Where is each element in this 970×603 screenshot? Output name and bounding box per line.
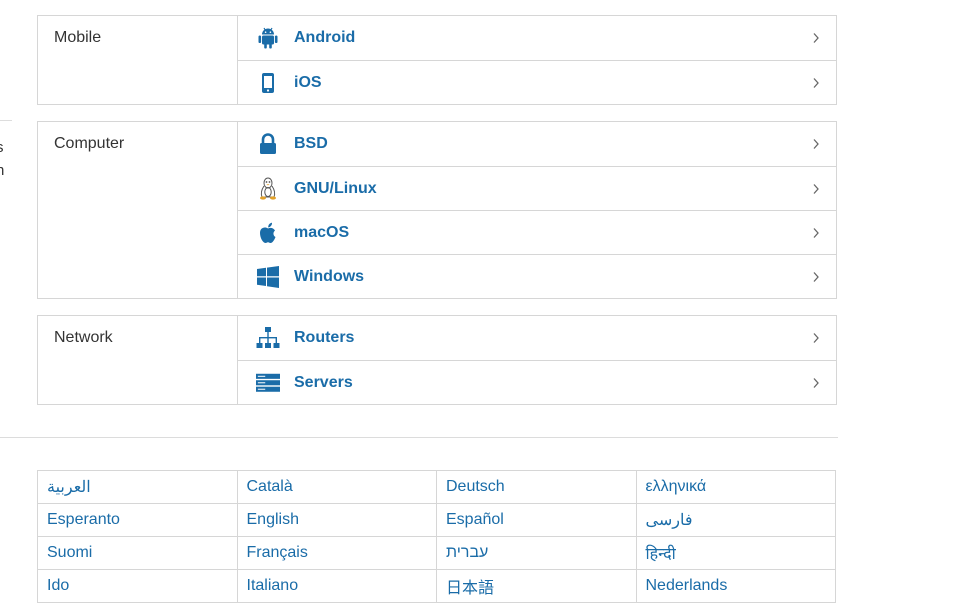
group-label: Mobile <box>38 16 238 104</box>
chevron-right-icon <box>813 271 819 282</box>
chevron-right-icon <box>813 77 819 88</box>
edge-text-fragment: s <box>0 139 4 156</box>
platform-item-macos[interactable]: macOS <box>238 210 836 254</box>
language-row: Esperanto English Español فارسی <box>37 503 836 537</box>
language-link-es[interactable]: Español <box>436 503 637 537</box>
language-table: العربية Català Deutsch ελληνικά Esperant… <box>37 470 836 603</box>
server-icon <box>256 371 280 395</box>
language-link-fa[interactable]: فارسی <box>635 503 836 537</box>
group-label: Network <box>38 316 238 404</box>
item-label: Routers <box>294 329 355 346</box>
language-link-nl[interactable]: Nederlands <box>635 569 836 603</box>
language-link-io[interactable]: Ido <box>37 569 238 603</box>
language-link-el[interactable]: ελληνικά <box>635 470 836 504</box>
chevron-right-icon <box>813 377 819 388</box>
item-label: iOS <box>294 73 322 91</box>
tux-icon <box>256 177 280 201</box>
lock-icon <box>256 132 280 156</box>
item-label: Windows <box>294 267 365 285</box>
group-label: Computer <box>38 122 238 298</box>
language-row: Ido Italiano 日本語 Nederlands <box>37 569 836 603</box>
platform-item-servers[interactable]: Servers <box>238 360 836 404</box>
item-label: macOS <box>294 223 350 241</box>
chevron-right-icon <box>813 139 819 149</box>
language-link-it[interactable]: Italiano <box>236 569 437 603</box>
language-link-hi[interactable]: हिन्दी <box>635 536 836 570</box>
chevron-right-icon <box>813 333 819 343</box>
item-label: Android <box>294 29 356 46</box>
platform-item-routers[interactable]: Routers <box>238 316 836 360</box>
item-label: Servers <box>294 373 353 391</box>
windows-icon <box>256 265 280 289</box>
edge-text-fragment: h <box>0 162 5 179</box>
platform-item-ios[interactable]: iOS <box>238 60 836 104</box>
item-label: GNU/Linux <box>294 179 377 197</box>
apple-icon <box>256 221 280 245</box>
network-icon <box>256 326 280 350</box>
language-link-ar[interactable]: العربية <box>37 470 238 504</box>
language-link-ca[interactable]: Català <box>236 470 437 504</box>
language-link-fi[interactable]: Suomi <box>37 536 238 570</box>
language-link-ja[interactable]: 日本語 <box>436 569 637 603</box>
platform-item-bsd[interactable]: BSD <box>238 122 836 166</box>
android-icon <box>256 26 280 50</box>
language-link-en[interactable]: English <box>236 503 437 537</box>
phone-icon <box>256 71 280 95</box>
language-link-he[interactable]: עברית <box>436 536 637 570</box>
language-link-de[interactable]: Deutsch <box>436 470 637 504</box>
chevron-right-icon <box>813 183 819 194</box>
item-label: BSD <box>294 135 328 152</box>
group-mobile: Mobile Android iOS <box>37 15 837 105</box>
language-link-fr[interactable]: Français <box>236 536 437 570</box>
language-link-eo[interactable]: Esperanto <box>37 503 238 537</box>
group-network: Network Routers Servers <box>37 315 837 405</box>
section-divider <box>0 437 838 438</box>
edge-divider <box>0 120 12 121</box>
language-row: العربية Català Deutsch ελληνικά <box>37 470 836 504</box>
chevron-right-icon <box>813 33 819 43</box>
chevron-right-icon <box>813 227 819 238</box>
platform-item-windows[interactable]: Windows <box>238 254 836 298</box>
platform-item-gnu-linux[interactable]: GNU/Linux <box>238 166 836 210</box>
group-computer: Computer BSD GNU/Linux macOS Windows <box>37 121 837 299</box>
language-row: Suomi Français עברית हिन्दी <box>37 536 836 570</box>
platform-item-android[interactable]: Android <box>238 16 836 60</box>
